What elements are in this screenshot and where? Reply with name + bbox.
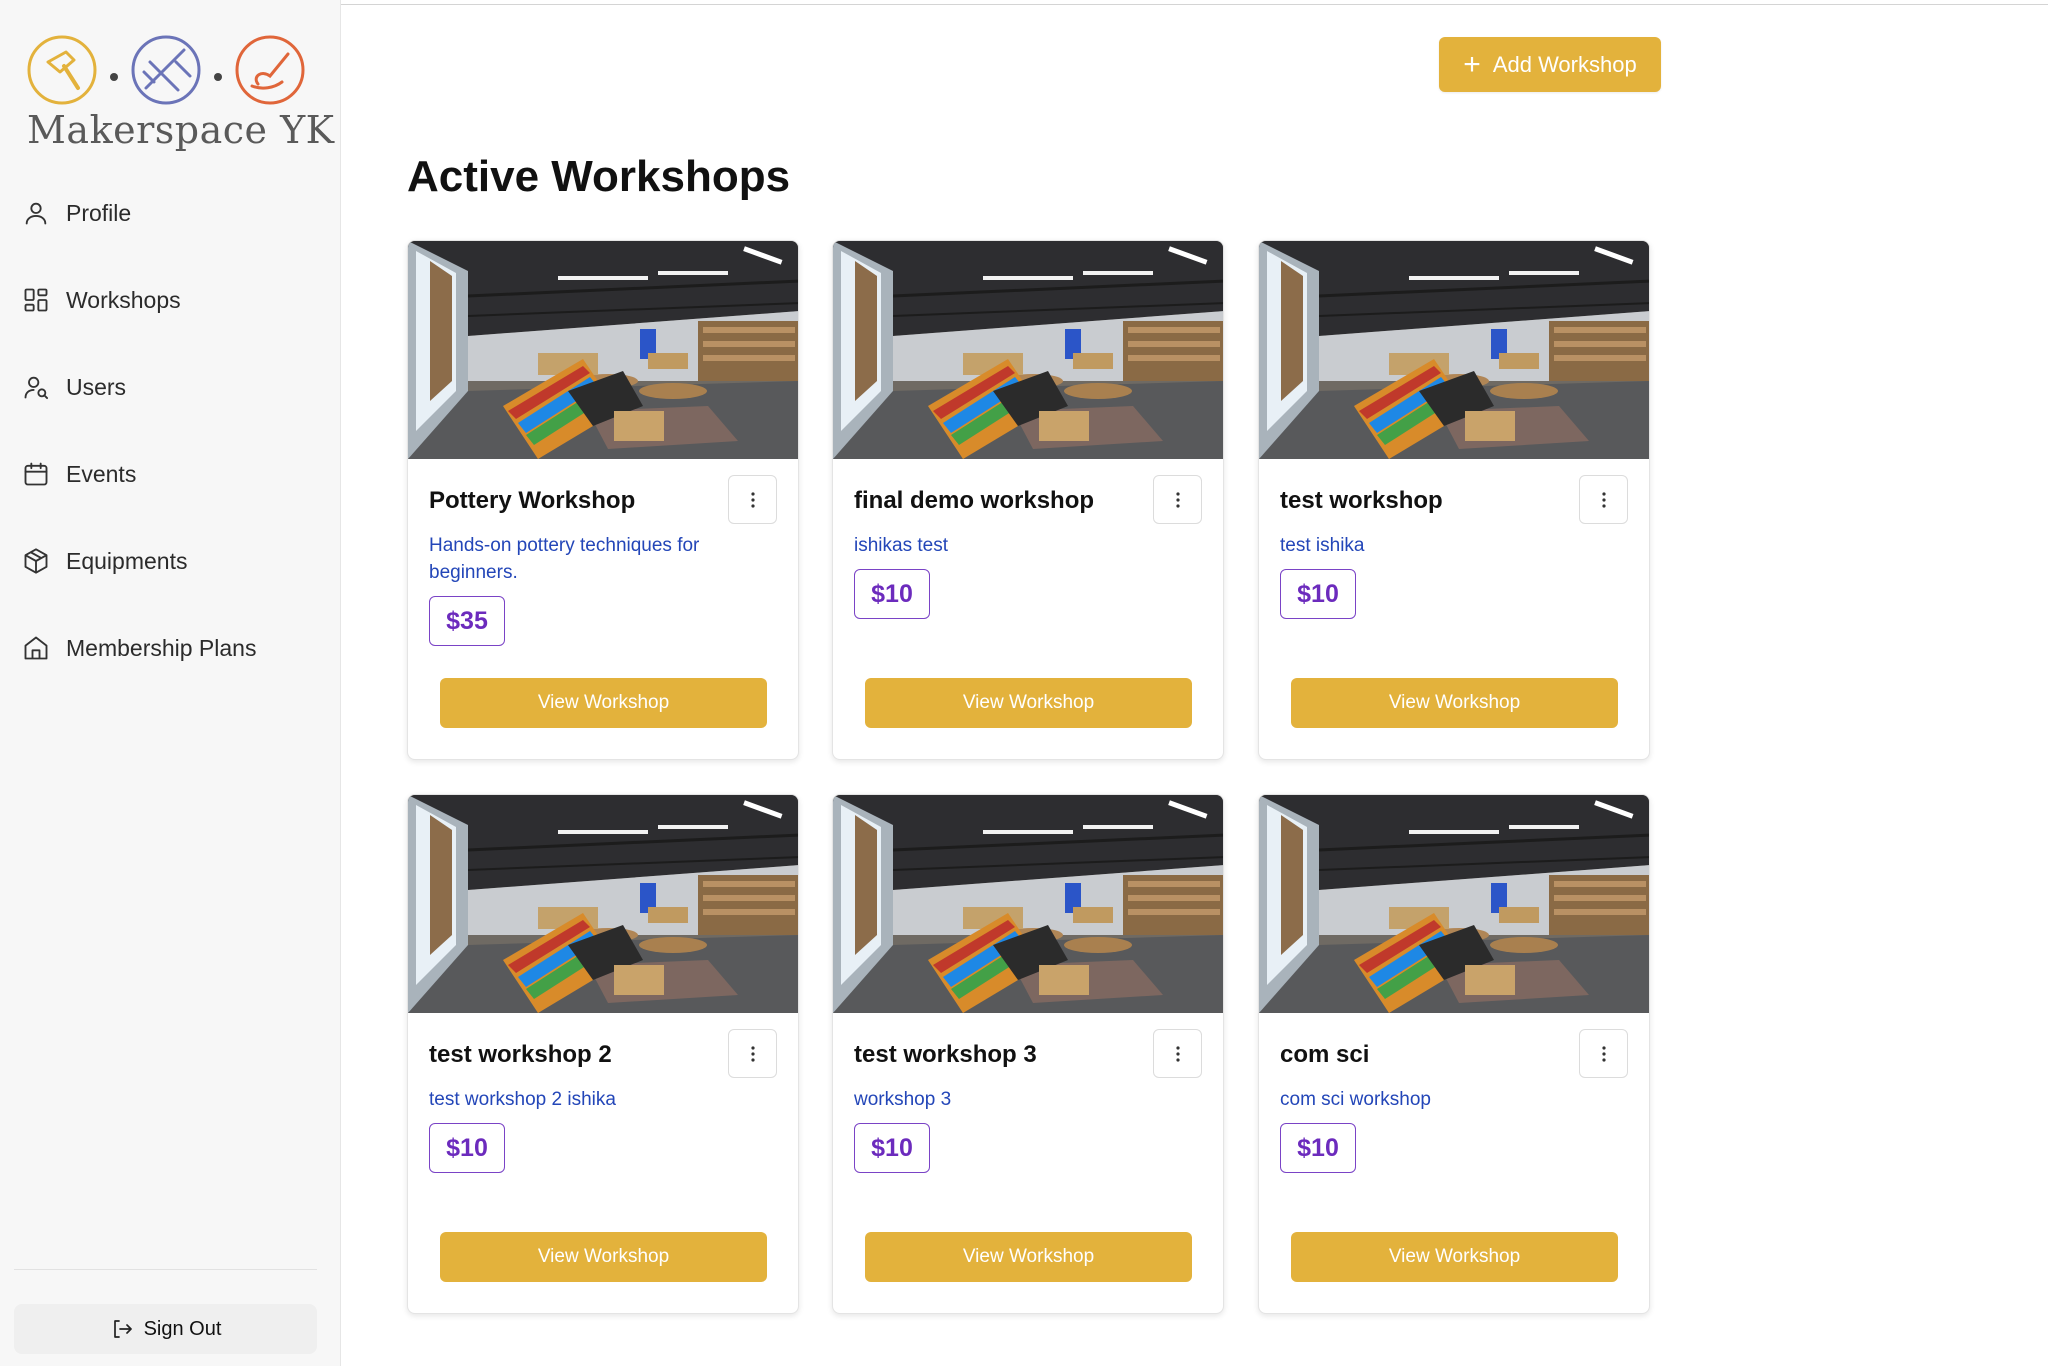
- workshop-description: Hands-on pottery techniques for beginner…: [429, 535, 700, 583]
- workshop-price: $35: [429, 596, 505, 646]
- plus-icon: +: [1463, 47, 1481, 81]
- view-workshop-button[interactable]: View Workshop: [865, 1232, 1192, 1282]
- card-menu-button[interactable]: [728, 475, 777, 524]
- more-vertical-icon: [1601, 491, 1606, 508]
- workshop-price: $10: [429, 1123, 505, 1173]
- card-menu-button[interactable]: [728, 1029, 777, 1078]
- logout-icon: [113, 1320, 132, 1338]
- more-vertical-icon: [750, 1045, 755, 1062]
- logo: Makerspace YK: [20, 28, 334, 158]
- workshop-description: com sci workshop: [1280, 1089, 1431, 1110]
- view-workshop-button[interactable]: View Workshop: [440, 1232, 767, 1282]
- card-menu-button[interactable]: [1153, 1029, 1202, 1078]
- card-menu-button[interactable]: [1153, 475, 1202, 524]
- workshop-price: $10: [1280, 569, 1356, 619]
- sidebar-item-label: Equipments: [66, 547, 188, 574]
- workshop-image: [408, 795, 799, 1013]
- workshop-description: ishikas test: [854, 535, 948, 556]
- sign-out-button[interactable]: Sign Out: [14, 1304, 317, 1354]
- more-vertical-icon: [1175, 491, 1180, 508]
- sign-out-label: Sign Out: [143, 1317, 222, 1340]
- sidebar-item-users[interactable]: Users: [22, 365, 322, 409]
- workshop-price: $10: [854, 569, 930, 619]
- workshop-card: Pottery Workshop Hands-on pottery techni…: [407, 240, 799, 760]
- workshop-description: workshop 3: [854, 1089, 952, 1110]
- workshop-image: [408, 241, 799, 459]
- sidebar-item-profile[interactable]: Profile: [22, 191, 322, 235]
- workshop-price: $10: [1280, 1123, 1356, 1173]
- dashboard-icon: [24, 288, 48, 312]
- page-title: Active Workshops: [407, 152, 791, 201]
- workshop-title: Pottery Workshop: [429, 487, 636, 514]
- view-workshop-button[interactable]: View Workshop: [1291, 678, 1618, 728]
- add-workshop-label: Add Workshop: [1492, 51, 1637, 77]
- sidebar-item-label: Membership Plans: [66, 634, 257, 661]
- workshop-card: final demo workshop ishikas test $10 Vie…: [832, 240, 1224, 760]
- workshop-title: test workshop 2: [429, 1041, 612, 1068]
- workshop-image: [833, 241, 1224, 459]
- sidebar-item-workshops[interactable]: Workshops: [22, 278, 322, 322]
- workshop-image: [1259, 241, 1650, 459]
- sidebar-item-label: Workshops: [66, 286, 181, 313]
- top-border: [341, 4, 2048, 5]
- sidebar-item-label: Users: [66, 373, 127, 400]
- workshop-image: [833, 795, 1224, 1013]
- more-vertical-icon: [1175, 1045, 1180, 1062]
- view-workshop-button[interactable]: View Workshop: [440, 678, 767, 728]
- workshop-card: test workshop test ishika $10 View Works…: [1258, 240, 1650, 760]
- sidebar-item-events[interactable]: Events: [22, 452, 322, 496]
- sidebar-item-equipments[interactable]: Equipments: [22, 539, 322, 583]
- sidebar: Makerspace YK Profile Workshops Users Ev…: [0, 0, 341, 1366]
- card-menu-button[interactable]: [1579, 475, 1628, 524]
- workshop-title: final demo workshop: [854, 487, 1095, 514]
- workshop-title: test workshop: [1280, 487, 1443, 514]
- sidebar-item-label: Events: [66, 460, 137, 487]
- workshop-card: test workshop 3 workshop 3 $10 View Work…: [832, 794, 1224, 1314]
- workshop-price: $10: [854, 1123, 930, 1173]
- workshop-image: [1259, 795, 1650, 1013]
- workshop-title: test workshop 3: [854, 1041, 1037, 1068]
- user-search-icon: [24, 376, 49, 400]
- more-vertical-icon: [750, 491, 755, 508]
- box-icon: [24, 548, 48, 574]
- makerspace-logo-icon: [27, 35, 305, 105]
- workshop-card: test workshop 2 test workshop 2 ishika $…: [407, 794, 799, 1314]
- user-icon: [25, 202, 47, 225]
- home-icon: [24, 636, 48, 660]
- calendar-icon: [24, 462, 48, 486]
- sidebar-item-label: Profile: [66, 199, 132, 226]
- workshop-description: test ishika: [1280, 535, 1365, 556]
- view-workshop-button[interactable]: View Workshop: [1291, 1232, 1618, 1282]
- logo-text: Makerspace YK: [27, 108, 335, 152]
- workshop-title: com sci: [1280, 1041, 1370, 1068]
- sidebar-divider: [14, 1269, 317, 1270]
- workshop-card: com sci com sci workshop $10 View Worksh…: [1258, 794, 1650, 1314]
- card-menu-button[interactable]: [1579, 1029, 1628, 1078]
- workshop-description: test workshop 2 ishika: [429, 1089, 616, 1110]
- more-vertical-icon: [1601, 1045, 1606, 1062]
- add-workshop-button[interactable]: + Add Workshop: [1439, 37, 1661, 92]
- view-workshop-button[interactable]: View Workshop: [865, 678, 1192, 728]
- sidebar-item-membership-plans[interactable]: Membership Plans: [22, 626, 322, 670]
